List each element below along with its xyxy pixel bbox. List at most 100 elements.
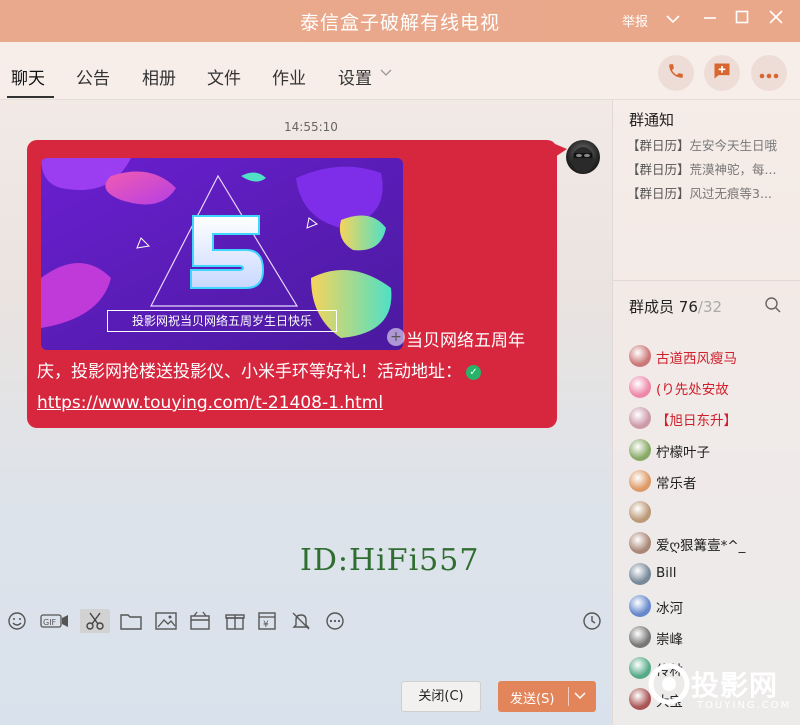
message-bubble[interactable]: 投影网祝当贝网络五周岁生日快乐 + 当贝网络五周年 庆，投影网抢楼送投影仪、小米… (27, 140, 567, 428)
member-avatar (629, 376, 651, 399)
member-item[interactable] (629, 499, 797, 525)
member-item[interactable]: 崇峰 (629, 624, 797, 650)
member-avatar (629, 438, 651, 461)
member-item[interactable]: (り先处安故 (629, 374, 797, 400)
send-options-chevron-icon[interactable] (574, 687, 586, 708)
notice-item[interactable]: 【群日历】风过无痕等3... (627, 183, 797, 202)
image-icon[interactable] (154, 609, 178, 633)
member-avatar (629, 345, 651, 367)
group-side-panel: 群通知 【群日历】左安今天生日哦 【群日历】荒漠神驼，每... 【群日历】风过无… (612, 100, 800, 725)
member-avatar (629, 407, 651, 430)
member-item[interactable]: 冰河 (629, 593, 797, 619)
send-button[interactable]: 发送(S) (498, 681, 596, 712)
promo-image[interactable]: 投影网祝当贝网络五周岁生日快乐 (41, 158, 403, 350)
notice-item[interactable]: 【群日历】荒漠神驼，每... (627, 159, 797, 178)
send-label: 发送(S) (510, 692, 555, 707)
tab-chat[interactable]: 聊天 (11, 64, 45, 89)
members-total-count: /32 (697, 298, 723, 316)
gif-icon[interactable]: GIF (40, 609, 70, 633)
message-line-2: 庆，投影网抢楼送投影仪、小米手环等好礼！活动地址： (37, 362, 462, 382)
tab-album[interactable]: 相册 (142, 64, 176, 89)
members-label: 群成员 (629, 298, 675, 316)
red-packet-icon[interactable] (188, 609, 212, 633)
active-tab-underline (7, 96, 54, 98)
svg-text:¥: ¥ (263, 620, 269, 630)
message-link[interactable]: https://www.touying.com/t-21408-1.html (37, 393, 383, 413)
member-avatar (629, 625, 651, 648)
watermark-id-text: ID:HiFi557 (300, 543, 480, 578)
chat-area[interactable]: 14:55:10 投影网祝当贝网络五周岁生日快乐 + 当贝网络五周年 庆，投影网… (0, 100, 612, 600)
settings-chevron-icon[interactable] (380, 66, 392, 81)
chevron-down-icon[interactable] (662, 8, 684, 30)
member-item[interactable]: 柠檬叶子 (629, 437, 797, 463)
close-button[interactable]: 关闭(C) (401, 681, 481, 712)
tab-settings[interactable]: 设置 (338, 64, 372, 89)
bell-off-icon[interactable] (289, 609, 313, 633)
logo-subtext: TOUYING.COM (697, 700, 792, 711)
notice-tag: 【群日历】 (627, 162, 690, 177)
touying-logo: 投影网 TOUYING.COM (647, 660, 797, 720)
tab-files[interactable]: 文件 (207, 64, 241, 89)
member-name: 爱ღ狠篝壹*^_ (656, 538, 746, 555)
send-divider (568, 687, 569, 706)
gift-icon[interactable] (223, 609, 247, 633)
message-line-1: 当贝网络五周年 (406, 331, 525, 351)
member-avatar (629, 594, 651, 617)
more-button[interactable] (751, 55, 787, 91)
member-item[interactable]: 爱ღ狠篝壹*^_ (629, 530, 797, 556)
more-dots-icon (759, 64, 779, 83)
svg-text:GIF: GIF (43, 618, 57, 627)
member-avatar (629, 501, 651, 523)
member-name: 【旭日东升】 (656, 413, 737, 430)
title-bar: 泰信盒子破解有线电视 举报 (0, 0, 800, 42)
message-text: 当贝网络五周年 庆，投影网抢楼送投影仪、小米手环等好礼！活动地址： ✓ https… (37, 326, 549, 419)
notice-text: 荒漠神驼，每... (689, 162, 777, 177)
member-name: 崇峰 (656, 631, 683, 648)
panel-divider (613, 280, 800, 281)
emoji-icon[interactable] (5, 609, 29, 633)
members-online-count: 76 (678, 298, 698, 316)
phone-call-button[interactable] (658, 55, 694, 91)
more-options-icon[interactable] (323, 609, 347, 633)
search-icon[interactable] (764, 296, 782, 314)
notice-item[interactable]: 【群日历】左安今天生日哦 (627, 135, 797, 154)
screenshot-scissors-icon[interactable] (80, 609, 110, 633)
folder-icon[interactable] (119, 609, 143, 633)
member-item[interactable]: 【旭日东升】 (629, 405, 797, 431)
member-item[interactable]: 常乐者 (629, 468, 797, 494)
notice-tag: 【群日历】 (627, 138, 690, 153)
tab-announcements[interactable]: 公告 (76, 64, 110, 89)
notice-tag: 【群日历】 (627, 186, 690, 201)
maximize-icon[interactable] (731, 8, 753, 30)
notice-text: 左安今天生日哦 (689, 138, 778, 153)
phone-icon (667, 62, 685, 84)
member-avatar (629, 469, 651, 492)
close-icon[interactable] (765, 8, 787, 30)
payment-icon[interactable]: ¥ (255, 609, 279, 633)
members-title: 群成员 76/32 (629, 296, 722, 317)
group-notice-title: 群通知 (629, 111, 675, 129)
member-name: (り先处安故 (656, 382, 729, 399)
history-clock-icon[interactable] (580, 609, 604, 633)
member-name: Bill (656, 565, 677, 582)
member-name: 古道西风瘦马 (656, 351, 737, 367)
message-input[interactable] (0, 640, 612, 680)
member-name: 冰河 (656, 600, 683, 617)
message-plus-icon (712, 61, 732, 85)
notice-text: 风过无痕等3... (689, 186, 772, 201)
member-item[interactable]: Bill (629, 561, 797, 587)
logo-text: 投影网 (691, 669, 779, 702)
message-timestamp: 14:55:10 (284, 120, 338, 134)
member-name: 柠檬叶子 (656, 444, 710, 461)
tab-bar: 聊天 公告 相册 文件 作业 设置 (0, 42, 800, 100)
minimize-icon[interactable] (699, 8, 721, 30)
report-link[interactable]: 举报 (622, 11, 648, 30)
avatar[interactable] (566, 140, 600, 174)
member-item[interactable]: 古道西风瘦马 (629, 343, 797, 369)
verified-icon: ✓ (466, 364, 481, 380)
member-name: 常乐者 (656, 475, 697, 492)
tab-homework[interactable]: 作业 (272, 64, 306, 89)
add-chat-button[interactable] (704, 55, 740, 91)
member-avatar (629, 563, 651, 586)
member-avatar (629, 532, 651, 555)
